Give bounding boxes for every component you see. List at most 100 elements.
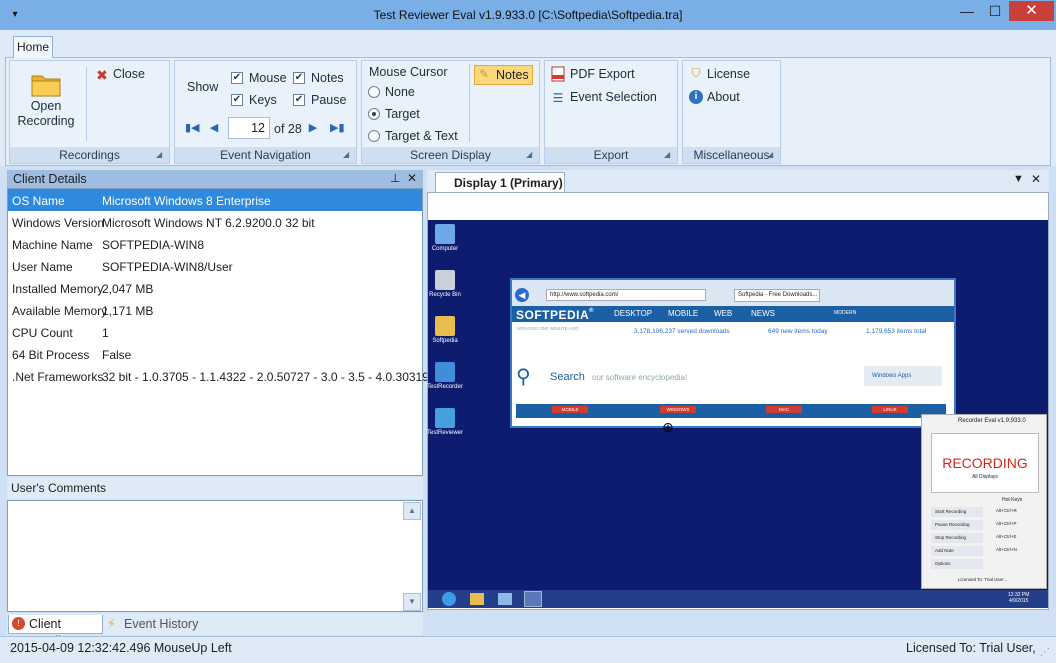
status-license-text: Licensed To: Trial User, <box>906 641 1036 655</box>
event-selection-button[interactable]: Event Selection <box>570 90 657 104</box>
test-recorder-icon <box>435 362 455 382</box>
nav-mobile[interactable]: MOBILE <box>668 309 698 318</box>
dropdown-icon[interactable]: ▼ <box>1013 173 1024 185</box>
notes-checkbox[interactable]: ✔ <box>293 72 305 84</box>
explorer-icon[interactable] <box>470 593 484 605</box>
nav-desktop[interactable]: DESKTOP <box>614 309 652 318</box>
export-group-label: Export <box>545 147 677 163</box>
recording-status: RECORDING <box>942 455 1028 471</box>
desktop-icon[interactable]: Computer <box>425 224 465 252</box>
category-mac[interactable]: MAC <box>766 406 802 413</box>
nav-web[interactable]: WEB <box>714 309 732 318</box>
table-row[interactable]: Installed Memory 2,047 MB <box>8 277 422 299</box>
mouse-checkbox[interactable]: ✔ <box>231 72 243 84</box>
status-bar: 2015-04-09 12:32:42.496 MouseUp Left Lic… <box>0 636 1056 663</box>
show-label: Show <box>187 80 219 94</box>
close-window-button[interactable]: ✕ <box>1009 1 1054 21</box>
table-row[interactable]: User Name SOFTPEDIA-WIN8/User <box>8 255 422 277</box>
group-launcher-icon[interactable]: ◢ <box>526 150 536 160</box>
last-event-icon[interactable]: ▶▮ <box>330 121 345 134</box>
keys-checkbox[interactable]: ✔ <box>231 94 243 106</box>
group-launcher-icon[interactable]: ◢ <box>156 150 166 160</box>
prev-event-icon[interactable]: ◀ <box>209 121 219 134</box>
resize-grip-icon[interactable]: ⋰ <box>1040 647 1050 658</box>
group-launcher-icon[interactable]: ◢ <box>664 150 674 160</box>
cursor-none-radio[interactable] <box>368 86 380 98</box>
modern-toggle-label: MODERN <box>834 310 857 316</box>
category-linux[interactable]: LINUX <box>872 406 908 413</box>
target-cursor-icon: ⊕ <box>662 419 674 435</box>
cursor-target-text-label: Target & Text <box>385 129 458 143</box>
scroll-up-button[interactable]: ▲ <box>403 502 421 520</box>
cursor-target-label: Target <box>385 107 420 121</box>
browser-tab[interactable]: Softpedia - Free Downloads... <box>734 289 820 302</box>
options-button[interactable]: Options <box>931 559 983 569</box>
pause-checkbox[interactable]: ✔ <box>293 94 305 106</box>
table-row[interactable]: 64 Bit Process False <box>8 343 422 365</box>
status-event-text: 2015-04-09 12:32:42.496 MouseUp Left <box>10 641 232 655</box>
stop-recording-button[interactable]: Stop Recording <box>931 533 983 543</box>
remote-taskbar[interactable]: 12:32 PM 4/9/2015 <box>428 590 1048 608</box>
first-event-icon[interactable]: ▮◀ <box>185 121 200 134</box>
nav-news[interactable]: NEWS <box>751 309 775 318</box>
site-logo: SOFTPEDIA® <box>516 308 595 322</box>
event-number-input[interactable]: 12 <box>228 117 270 139</box>
group-launcher-icon[interactable]: ◢ <box>767 150 777 160</box>
desktop-icon[interactable]: TestRecorder <box>425 362 465 390</box>
url-input[interactable]: http://www.softpedia.com/ <box>546 289 706 301</box>
next-event-icon[interactable]: ▶ <box>308 121 318 134</box>
desktop-icon[interactable]: TestReviewer <box>425 408 465 436</box>
tab-client-details[interactable]: ! Client Details <box>8 615 103 648</box>
notes-label: Notes <box>311 71 344 85</box>
pause-recording-button[interactable]: Pause Recording <box>931 520 983 530</box>
comments-textarea[interactable] <box>7 500 423 612</box>
pdf-export-button[interactable]: PDF Export <box>570 67 635 81</box>
table-row[interactable]: .Net Frameworks 32 bit - 1.0.3705 - 1.1.4… <box>8 365 429 387</box>
search-dropdown[interactable]: Windows Apps <box>864 366 942 386</box>
add-note-button[interactable]: Add Note <box>931 546 983 556</box>
recorder-title: Recorder Eval v1.9.933.0 <box>958 418 1026 424</box>
tab-home[interactable]: Home <box>13 36 53 58</box>
hotkey-label: Alt+Ctrl+E <box>996 534 1017 539</box>
open-folder-icon <box>30 70 62 98</box>
comments-title: User's Comments <box>11 481 106 495</box>
scroll-down-button[interactable]: ▼ <box>403 593 421 611</box>
category-windows[interactable]: WINDOWS <box>660 406 696 413</box>
recorder-window[interactable]: Recorder Eval v1.9.933.0 RECORDING All D… <box>921 414 1047 589</box>
license-button[interactable]: License <box>707 67 750 81</box>
ie-icon[interactable] <box>442 592 456 606</box>
desktop-icon[interactable]: Recycle Bin <box>425 270 465 298</box>
search-input[interactable]: our software encyclopedia! <box>592 373 687 382</box>
cursor-target-text-radio[interactable] <box>368 130 380 142</box>
taskbar-app-icon[interactable] <box>498 593 512 605</box>
client-details-header: Client Details ⊥ ✕ <box>7 170 423 188</box>
table-row[interactable]: Machine Name SOFTPEDIA-WIN8 <box>8 233 422 255</box>
close-display-icon[interactable]: ✕ <box>1031 172 1041 186</box>
table-row[interactable]: OS Name Microsoft Windows 8 Enterprise <box>8 189 422 211</box>
close-panel-icon[interactable]: ✕ <box>407 171 417 185</box>
group-launcher-icon[interactable]: ◢ <box>343 150 353 160</box>
start-recording-button[interactable]: Start Recording <box>931 507 983 517</box>
tab-event-history[interactable]: ⚡ Event History <box>105 615 200 634</box>
close-recording-button[interactable]: Close <box>113 67 145 81</box>
open-recording-button[interactable]: Open Recording <box>16 99 76 129</box>
maximize-button[interactable]: ☐ <box>981 1 1009 21</box>
back-icon[interactable]: ◀ <box>515 288 529 302</box>
desktop-icon[interactable]: Softpedia <box>425 316 465 344</box>
category-mobile[interactable]: MOBILE <box>552 406 588 413</box>
cursor-target-radio[interactable] <box>368 108 380 120</box>
tab-display-1[interactable]: Display 1 (Primary) <box>435 172 565 192</box>
search-label: Search <box>550 371 585 383</box>
notes-display-button[interactable]: ✎ Notes <box>474 65 533 85</box>
about-button[interactable]: About <box>707 90 740 104</box>
table-row[interactable]: Available Memory 1,171 MB <box>8 299 422 321</box>
served-stat: 3,178,106,237 served downloads <box>634 328 730 335</box>
recorder-license-label: Licensed To: Trial User... <box>958 577 1008 582</box>
remote-browser-window[interactable]: ◀ http://www.softpedia.com/ Softpedia - … <box>510 278 956 428</box>
table-row[interactable]: Windows Version Microsoft Windows NT 6.2.… <box>8 211 422 233</box>
table-row[interactable]: CPU Count 1 <box>8 321 422 343</box>
lightning-icon: ⚡ <box>107 617 116 631</box>
minimize-button[interactable]: — <box>953 1 981 21</box>
pin-icon[interactable]: ⊥ <box>390 171 400 185</box>
taskbar-app-icon[interactable] <box>524 591 542 607</box>
